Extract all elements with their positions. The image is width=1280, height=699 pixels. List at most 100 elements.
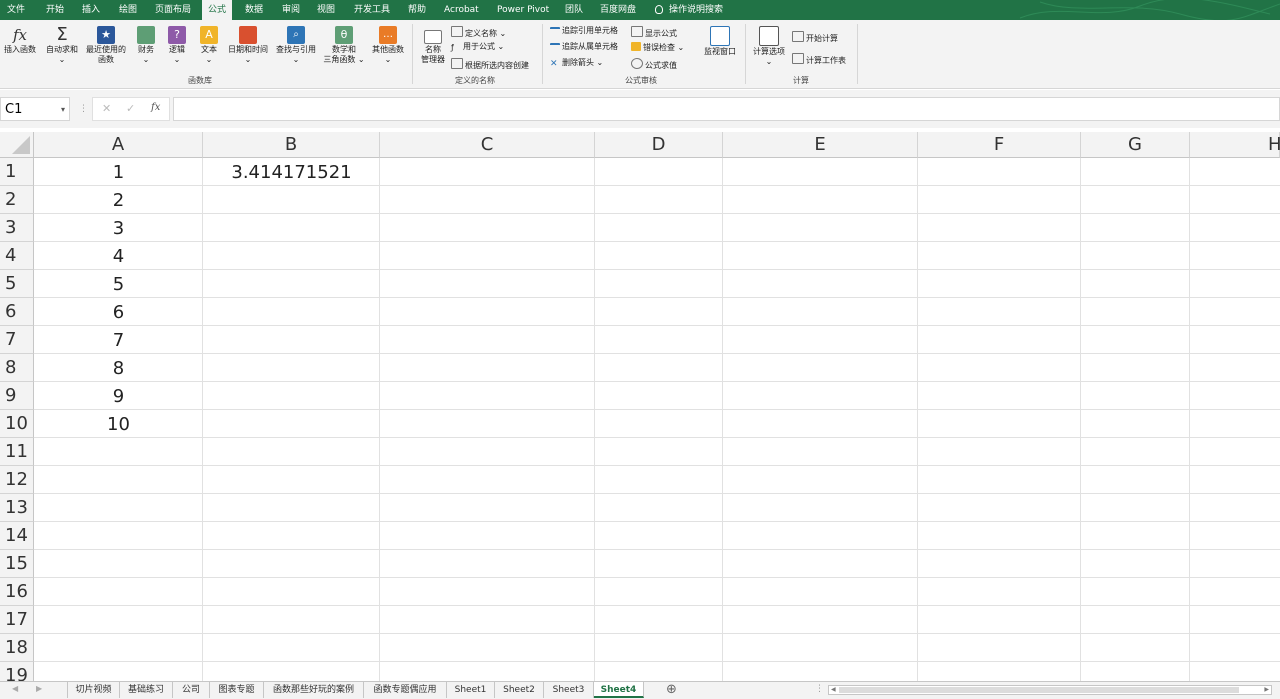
menu-baidu-netdisk[interactable]: 百度网盘 <box>600 0 636 20</box>
row-header-7[interactable]: 7 <box>0 326 34 354</box>
insert-function-button[interactable]: fx 插入函数 <box>2 26 38 55</box>
sheet-tab-2[interactable]: 基础练习 <box>120 682 173 698</box>
column-header-h[interactable]: H <box>1190 132 1280 158</box>
logical-button[interactable]: ? 逻辑 ⌄ <box>165 26 189 65</box>
cell-a7[interactable]: 7 <box>34 327 203 354</box>
cancel-icon[interactable]: ✕ <box>102 102 111 115</box>
cell-a8[interactable]: 8 <box>34 355 203 382</box>
chevron-down-icon[interactable]: ▾ <box>61 98 65 122</box>
menu-view[interactable]: 视图 <box>317 0 335 20</box>
use-in-formula-button[interactable]: ƒ 用于公式 ⌄ <box>451 42 504 52</box>
sheet-tab-sheet2[interactable]: Sheet2 <box>495 682 544 698</box>
sheet-tab-sheet1[interactable]: Sheet1 <box>447 682 495 698</box>
math-trig-button[interactable]: θ 数学和 三角函数 ⌄ <box>322 26 366 65</box>
calculation-options-button[interactable]: 计算选项 ⌄ <box>750 26 788 67</box>
cell-a4[interactable]: 4 <box>34 243 203 270</box>
menu-developer[interactable]: 开发工具 <box>354 0 390 20</box>
row-header-5[interactable]: 5 <box>0 270 34 298</box>
menu-acrobat[interactable]: Acrobat <box>444 0 479 20</box>
row-header-8[interactable]: 8 <box>0 354 34 382</box>
cell-a2[interactable]: 2 <box>34 187 203 214</box>
cell-b1[interactable]: 3.414171521 <box>203 159 380 186</box>
row-header-13[interactable]: 13 <box>0 494 34 522</box>
cell-a1[interactable]: 1 <box>34 159 203 186</box>
column-header-e[interactable]: E <box>723 132 918 158</box>
tab-scroll-right-icon[interactable]: ▶ <box>36 684 42 693</box>
row-header-3[interactable]: 3 <box>0 214 34 242</box>
define-name-button[interactable]: 定义名称 ⌄ <box>451 26 506 39</box>
trace-dependents-button[interactable]: 追踪从属单元格 <box>550 42 618 52</box>
add-sheet-icon[interactable]: ⊕ <box>666 682 677 698</box>
row-header-18[interactable]: 18 <box>0 634 34 662</box>
lookup-reference-button[interactable]: ⌕ 查找与引用 ⌄ <box>274 26 318 65</box>
menu-team[interactable]: 团队 <box>565 0 583 20</box>
create-from-selection-button[interactable]: 根据所选内容创建 <box>451 58 529 71</box>
menu-home[interactable]: 开始 <box>46 0 64 20</box>
cell-a5[interactable]: 5 <box>34 271 203 298</box>
tell-me-search[interactable]: 操作说明搜索 <box>655 0 723 20</box>
column-header-b[interactable]: B <box>203 132 380 158</box>
insert-function-icon[interactable]: fx <box>151 102 160 113</box>
cell-a10[interactable]: 10 <box>34 411 203 438</box>
calculate-sheet-button[interactable]: 计算工作表 <box>792 53 846 66</box>
row-header-1[interactable]: 1 <box>0 158 34 186</box>
row-header-10[interactable]: 10 <box>0 410 34 438</box>
autosum-button[interactable]: Σ 自动求和 ⌄ <box>44 26 80 65</box>
scroll-right-arrow-icon[interactable]: ▶ <box>1264 686 1269 694</box>
sheet-tab-4[interactable]: 图表专题 <box>210 682 264 698</box>
sheet-tab-3[interactable]: 公司 <box>173 682 210 698</box>
row-header-16[interactable]: 16 <box>0 578 34 606</box>
column-header-d[interactable]: D <box>595 132 723 158</box>
cell-a6[interactable]: 6 <box>34 299 203 326</box>
menu-draw[interactable]: 绘图 <box>119 0 137 20</box>
sheet-tab-sheet4[interactable]: Sheet4 <box>594 682 644 698</box>
more-functions-button[interactable]: … 其他函数 ⌄ <box>368 26 408 65</box>
row-header-2[interactable]: 2 <box>0 186 34 214</box>
cell-a9[interactable]: 9 <box>34 383 203 410</box>
menu-file[interactable]: 文件 <box>7 0 25 20</box>
name-box[interactable]: C1 ▾ <box>0 97 70 121</box>
row-header-14[interactable]: 14 <box>0 522 34 550</box>
menu-help[interactable]: 帮助 <box>408 0 426 20</box>
column-header-c[interactable]: C <box>380 132 595 158</box>
calculate-now-button[interactable]: 开始计算 <box>792 31 838 44</box>
show-formulas-button[interactable]: 显示公式 <box>631 26 677 39</box>
horizontal-scrollbar[interactable]: ◀ ▶ <box>828 685 1272 695</box>
scroll-left-arrow-icon[interactable]: ◀ <box>831 686 836 694</box>
error-checking-button[interactable]: 错误检查 ⌄ <box>631 42 684 53</box>
sheet-tab-5[interactable]: 函数那些好玩的案例 <box>264 682 364 698</box>
menu-page-layout[interactable]: 页面布局 <box>155 0 191 20</box>
watch-window-button[interactable]: 监视窗口 <box>700 26 740 57</box>
row-header-4[interactable]: 4 <box>0 242 34 270</box>
recently-used-button[interactable]: ★ 最近使用的 函数 <box>84 26 128 65</box>
tab-split-handle[interactable]: ⋮ <box>815 684 824 694</box>
row-header-12[interactable]: 12 <box>0 466 34 494</box>
text-button[interactable]: A 文本 ⌄ <box>197 26 221 65</box>
financial-button[interactable]: 财务 ⌄ <box>134 26 158 65</box>
name-manager-button[interactable]: 名称 管理器 <box>417 26 449 65</box>
sheet-tab-sheet3[interactable]: Sheet3 <box>544 682 594 698</box>
sheet-tab-6[interactable]: 函数专题偶应用 <box>364 682 447 698</box>
menu-review[interactable]: 审阅 <box>282 0 300 20</box>
select-all-corner[interactable] <box>0 132 34 158</box>
menu-power-pivot[interactable]: Power Pivot <box>497 0 549 20</box>
evaluate-formula-button[interactable]: 公式求值 <box>631 58 677 71</box>
column-header-a[interactable]: A <box>34 132 203 158</box>
date-time-button[interactable]: 日期和时间 ⌄ <box>226 26 270 65</box>
scrollbar-thumb[interactable] <box>839 687 1239 693</box>
row-header-15[interactable]: 15 <box>0 550 34 578</box>
row-header-6[interactable]: 6 <box>0 298 34 326</box>
row-header-19[interactable]: 19 <box>0 662 34 681</box>
sheet-tab-1[interactable]: 切片视频 <box>67 682 120 698</box>
tab-scroll-left-icon[interactable]: ◀ <box>12 684 18 693</box>
trace-precedents-button[interactable]: 追踪引用单元格 <box>550 26 618 36</box>
enter-icon[interactable]: ✓ <box>126 102 135 115</box>
worksheet-grid[interactable]: A B C D E F G H 1 2 3 4 5 6 7 8 9 10 11 … <box>0 132 1280 681</box>
column-header-g[interactable]: G <box>1081 132 1190 158</box>
row-header-11[interactable]: 11 <box>0 438 34 466</box>
menu-insert[interactable]: 插入 <box>82 0 100 20</box>
menu-data[interactable]: 数据 <box>245 0 263 20</box>
formula-bar-grip[interactable]: ⋮ <box>79 104 88 114</box>
remove-arrows-button[interactable]: ✕ 删除箭头 ⌄ <box>550 58 603 69</box>
formula-input[interactable] <box>173 97 1280 121</box>
